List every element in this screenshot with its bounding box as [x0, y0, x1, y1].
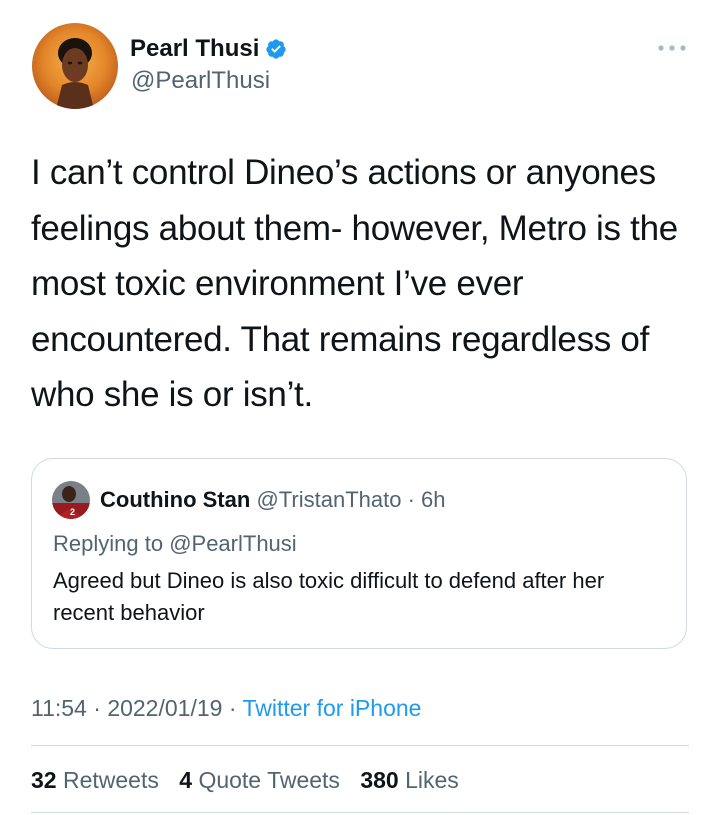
divider [31, 812, 689, 813]
verified-badge-icon [265, 38, 287, 60]
quote-tweets-stat[interactable]: 4 Quote Tweets [179, 767, 340, 793]
quoted-replying-to: Replying to @PearlThusi [53, 529, 297, 559]
likes-label: Likes [405, 767, 459, 793]
divider [31, 745, 689, 746]
retweets-label: Retweets [62, 767, 159, 793]
author-name[interactable]: Pearl Thusi [130, 34, 259, 64]
author-name-row[interactable]: Pearl Thusi [130, 34, 287, 64]
retweets-count: 32 [31, 767, 57, 793]
tweet-stats: 32 Retweets 4 Quote Tweets 380 Likes [31, 765, 459, 795]
likes-stat[interactable]: 380 Likes [360, 767, 458, 793]
replying-prefix: Replying to [53, 531, 170, 556]
quoted-author-avatar[interactable]: 2 [52, 481, 90, 519]
quoted-author-handle[interactable]: @TristanThato [256, 487, 401, 512]
svg-text:2: 2 [70, 507, 75, 517]
tweet-date[interactable]: 2022/01/19 [107, 695, 222, 721]
retweets-stat[interactable]: 32 Retweets [31, 767, 159, 793]
replying-handle[interactable]: @PearlThusi [169, 531, 297, 556]
quote-tweets-count: 4 [179, 767, 193, 793]
tweet-text: I can’t control Dineo’s actions or anyon… [31, 153, 678, 414]
quoted-author-name[interactable]: Couthino Stan [100, 487, 250, 512]
quoted-header: Couthino Stan @TristanThato · 6h [100, 485, 446, 515]
quote-tweets-label: Quote Tweets [198, 767, 340, 793]
tweet-meta: 11:54 · 2022/01/19 · Twitter for iPhone [31, 693, 421, 723]
likes-count: 380 [360, 767, 399, 793]
author-avatar[interactable] [32, 23, 118, 109]
quoted-time[interactable]: 6h [421, 487, 445, 512]
meta-separator: · [86, 695, 108, 721]
quoted-text: Agreed but Dineo is also toxic difficult… [53, 568, 605, 625]
quoted-tweet[interactable]: 2 Couthino Stan @TristanThato · 6h Reply… [31, 458, 687, 649]
more-horizontal-icon[interactable] [655, 38, 689, 58]
tweet-source-link[interactable]: Twitter for iPhone [242, 695, 421, 721]
tweet: Pearl Thusi @PearlThusi I can’t control … [0, 0, 720, 815]
meta-separator: · [222, 695, 243, 721]
tweet-time[interactable]: 11:54 [31, 695, 87, 721]
quoted-separator: · [401, 487, 422, 512]
author-handle[interactable]: @PearlThusi [131, 66, 270, 96]
